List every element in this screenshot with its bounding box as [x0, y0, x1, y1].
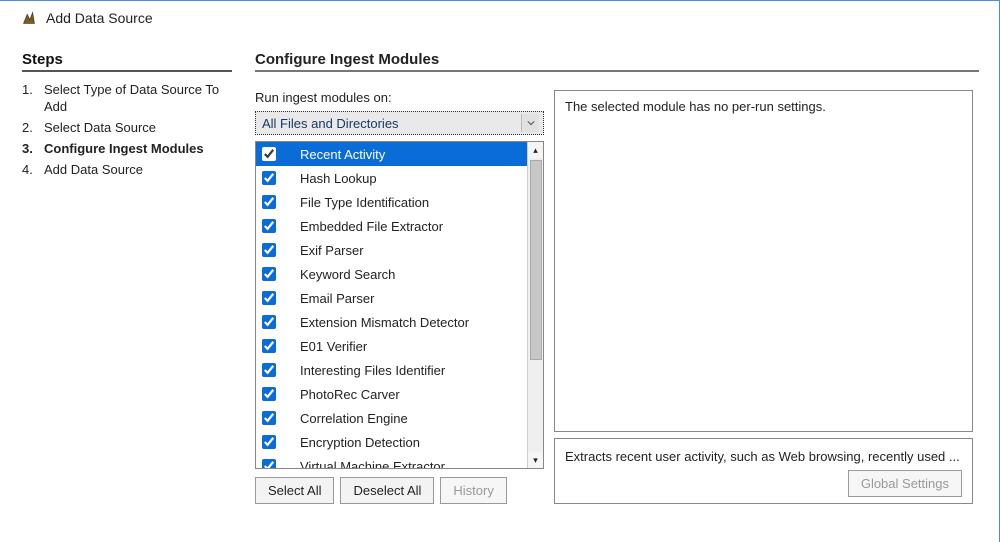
select-all-button[interactable]: Select All — [255, 477, 334, 504]
step-num: 4. — [22, 162, 44, 179]
steps-header: Steps — [22, 51, 232, 72]
module-checkbox[interactable] — [262, 339, 276, 353]
step-label: Select Type of Data Source To Add — [44, 82, 243, 116]
module-label: Keyword Search — [300, 267, 395, 282]
settings-box: The selected module has no per-run setti… — [554, 90, 973, 432]
module-checkbox[interactable] — [262, 219, 276, 233]
main-panel: Configure Ingest Modules Run ingest modu… — [255, 33, 999, 540]
step-label: Select Data Source — [44, 120, 243, 137]
module-checkbox[interactable] — [262, 243, 276, 257]
scroll-up-icon[interactable]: ▴ — [528, 142, 543, 158]
steps-list: 1. Select Type of Data Source To Add 2. … — [22, 82, 243, 178]
run-target-dropdown[interactable]: All Files and Directories — [255, 111, 544, 135]
window-title: Add Data Source — [46, 10, 153, 26]
module-list: Recent Activity Hash Lookup File Type Iden… — [255, 141, 544, 469]
module-column: Run ingest modules on: All Files and Dir… — [255, 90, 544, 504]
scrollbar[interactable]: ▴ ▾ — [527, 142, 543, 468]
module-label: Email Parser — [300, 291, 374, 306]
module-label: Exif Parser — [300, 243, 364, 258]
module-checkbox[interactable] — [262, 363, 276, 377]
run-label: Run ingest modules on: — [255, 90, 544, 105]
step-label: Configure Ingest Modules — [44, 141, 243, 158]
module-checkbox[interactable] — [262, 171, 276, 185]
section-header: Configure Ingest Modules — [255, 51, 979, 72]
dropdown-selected: All Files and Directories — [262, 116, 399, 131]
module-checkbox[interactable] — [262, 315, 276, 329]
step-4: 4. Add Data Source — [22, 162, 243, 179]
step-num: 2. — [22, 120, 44, 137]
history-button[interactable]: History — [440, 477, 506, 504]
step-2: 2. Select Data Source — [22, 120, 243, 137]
steps-panel: Steps 1. Select Type of Data Source To A… — [0, 33, 255, 540]
module-row[interactable]: E01 Verifier — [256, 334, 527, 358]
module-label: File Type Identification — [300, 195, 429, 210]
module-row[interactable]: Extension Mismatch Detector — [256, 310, 527, 334]
step-label: Add Data Source — [44, 162, 243, 179]
step-num: 1. — [22, 82, 44, 99]
module-label: Interesting Files Identifier — [300, 363, 445, 378]
module-checkbox[interactable] — [262, 387, 276, 401]
module-label: Encryption Detection — [300, 435, 420, 450]
module-checkbox[interactable] — [262, 411, 276, 425]
module-checkbox[interactable] — [262, 195, 276, 209]
module-row[interactable]: File Type Identification — [256, 190, 527, 214]
module-checkbox[interactable] — [262, 459, 276, 468]
module-row[interactable]: PhotoRec Carver — [256, 382, 527, 406]
module-row[interactable]: Encryption Detection — [256, 430, 527, 454]
global-settings-button[interactable]: Global Settings — [848, 470, 962, 497]
module-label: Extension Mismatch Detector — [300, 315, 469, 330]
step-3: 3. Configure Ingest Modules — [22, 141, 243, 158]
module-description: Extracts recent user activity, such as W… — [565, 449, 962, 464]
module-checkbox[interactable] — [262, 435, 276, 449]
module-label: Hash Lookup — [300, 171, 377, 186]
scroll-thumb[interactable] — [530, 160, 542, 360]
app-icon — [20, 9, 38, 27]
module-row[interactable]: Hash Lookup — [256, 166, 527, 190]
step-num: 3. — [22, 141, 44, 158]
deselect-all-button[interactable]: Deselect All — [340, 477, 434, 504]
module-label: E01 Verifier — [300, 339, 367, 354]
module-label: Virtual Machine Extractor — [300, 459, 445, 469]
module-row[interactable]: Correlation Engine — [256, 406, 527, 430]
module-label: Recent Activity — [300, 147, 385, 162]
module-row[interactable]: Keyword Search — [256, 262, 527, 286]
module-row[interactable]: Exif Parser — [256, 238, 527, 262]
step-1: 1. Select Type of Data Source To Add — [22, 82, 243, 116]
settings-column: The selected module has no per-run setti… — [554, 90, 973, 504]
module-label: Embedded File Extractor — [300, 219, 443, 234]
module-label: Correlation Engine — [300, 411, 408, 426]
module-row[interactable]: Embedded File Extractor — [256, 214, 527, 238]
chevron-down-icon — [521, 114, 539, 132]
settings-text: The selected module has no per-run setti… — [565, 99, 826, 114]
module-label: PhotoRec Carver — [300, 387, 400, 402]
scroll-down-icon[interactable]: ▾ — [528, 452, 543, 468]
module-row[interactable]: Virtual Machine Extractor — [256, 454, 527, 468]
titlebar: Add Data Source — [0, 1, 999, 33]
module-row[interactable]: Email Parser — [256, 286, 527, 310]
module-checkbox[interactable] — [262, 147, 276, 161]
module-checkbox[interactable] — [262, 291, 276, 305]
module-checkbox[interactable] — [262, 267, 276, 281]
description-box: Extracts recent user activity, such as W… — [554, 438, 973, 504]
module-row[interactable]: Recent Activity — [256, 142, 527, 166]
module-row[interactable]: Interesting Files Identifier — [256, 358, 527, 382]
